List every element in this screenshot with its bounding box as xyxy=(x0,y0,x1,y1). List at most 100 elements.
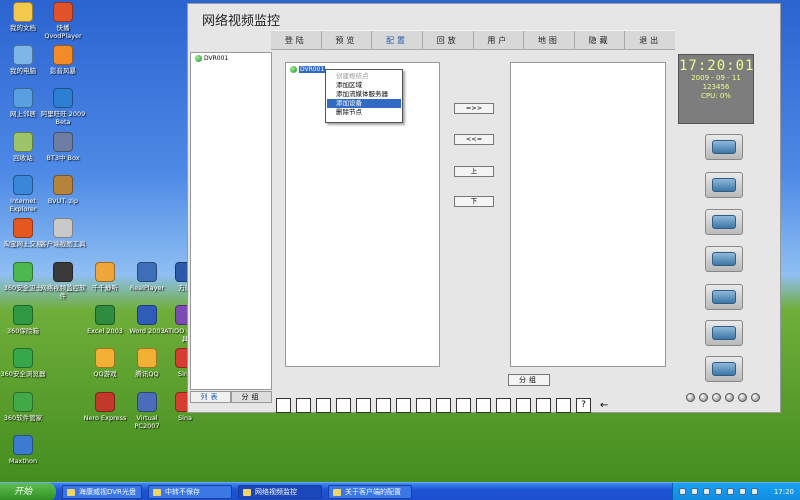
layout-3-6-icon[interactable] xyxy=(496,398,511,413)
tray-icon[interactable] xyxy=(703,488,710,495)
layout-20-icon[interactable] xyxy=(536,398,551,413)
ctx-delete-node[interactable]: 删除节点 xyxy=(327,108,401,117)
desktop-icon-label: QQ游戏 xyxy=(93,370,117,378)
move-left-button[interactable]: <<= xyxy=(454,134,494,145)
desktop-icon-label: 阿里旺旺 2009 Beta xyxy=(40,110,86,126)
desktop-icon[interactable]: 快播 QvodPlayer xyxy=(40,2,86,40)
selected-tree-node[interactable]: DVR001 xyxy=(290,66,326,73)
layout-center-icon[interactable] xyxy=(436,398,451,413)
group-button[interactable]: 分组 xyxy=(508,374,550,386)
ptz-dot-4[interactable] xyxy=(725,393,734,402)
clock-date: 2009 - 09 - 11 xyxy=(691,74,741,82)
desktop-icon[interactable]: 客户端截图工具 xyxy=(40,218,86,248)
menu-map[interactable]: 地图 xyxy=(524,31,575,49)
desktop-icon-label: 360保险箱 xyxy=(7,327,39,335)
config-target-tree[interactable] xyxy=(510,62,666,367)
move-right-button[interactable]: =>> xyxy=(454,103,494,114)
layout-9-icon[interactable] xyxy=(356,398,371,413)
main-menu-bar: 登陆 预览 配置 回放 用户 地图 隐藏 退出 xyxy=(271,30,675,50)
tab-group[interactable]: 分组 xyxy=(231,391,272,403)
desktop-icon[interactable]: Nero Express xyxy=(82,392,128,422)
desktop-icon-label: 影音风暴 xyxy=(50,67,76,75)
app-icon xyxy=(53,218,73,238)
map-icon xyxy=(712,326,736,340)
layout-8-icon[interactable] xyxy=(336,398,351,413)
desktop-icon[interactable]: BVUT. zip xyxy=(40,175,86,205)
ctx-add-stream-server[interactable]: 添加流媒体服务器 xyxy=(327,90,401,99)
ptz-dot-5[interactable] xyxy=(738,393,747,402)
menu-playback[interactable]: 回放 xyxy=(423,31,474,49)
shield-button[interactable] xyxy=(705,246,743,272)
layout-1-7-icon[interactable] xyxy=(416,398,431,413)
layout-1-12-icon[interactable] xyxy=(456,398,471,413)
desktop-icon[interactable]: 影音风暴 xyxy=(40,45,86,75)
help-button[interactable]: ? xyxy=(576,398,591,413)
layout-6-icon[interactable] xyxy=(316,398,331,413)
start-button[interactable]: 开始 xyxy=(0,483,56,500)
move-up-button[interactable]: 上 xyxy=(454,166,494,177)
menu-login[interactable]: 登陆 xyxy=(271,31,322,49)
device-button[interactable] xyxy=(705,209,743,235)
menu-preview[interactable]: 预览 xyxy=(322,31,373,49)
ctx-add-device[interactable]: 添加设备 xyxy=(327,99,401,108)
menu-hide[interactable]: 隐藏 xyxy=(575,31,626,49)
desktop-icon[interactable]: 360安全浏览器 xyxy=(0,348,46,378)
task-client-config[interactable]: 关于客户端的配置 xyxy=(328,485,412,499)
task-transfer[interactable]: 中转不保存 xyxy=(148,485,232,499)
search-button[interactable] xyxy=(705,284,743,310)
tray-icon[interactable] xyxy=(679,488,686,495)
cpu-usage: CPU: 0% xyxy=(701,92,731,100)
clock-code: 123456 xyxy=(702,83,730,91)
app-icon xyxy=(95,305,115,325)
task-dvr-disc[interactable]: 海康威视DVR光盘 xyxy=(62,485,142,499)
desktop-icon[interactable]: BT3中 Box xyxy=(40,132,86,162)
ptz-dot-1[interactable] xyxy=(686,393,695,402)
desktop-icon-label: BVUT. zip xyxy=(47,197,79,205)
desktop-icon[interactable]: 千千静听 xyxy=(82,262,128,292)
tray-icon[interactable] xyxy=(739,488,746,495)
ptz-dot-2[interactable] xyxy=(699,393,708,402)
layout-1-5-icon[interactable] xyxy=(396,398,411,413)
app-window: 网络视频监控 登陆 预览 配置 回放 用户 地图 隐藏 退出 DVR001 列表… xyxy=(187,3,781,413)
desktop-icon-label: Maxthon xyxy=(8,457,38,465)
desktop-icon-label: 千千静听 xyxy=(92,284,118,292)
layout-25-icon[interactable] xyxy=(556,398,571,413)
ctx-add-area[interactable]: 添加区域 xyxy=(327,81,401,90)
desktop-icon[interactable]: Excel 2003 xyxy=(82,305,128,335)
desktop-icon[interactable]: 网络视频监控软件 xyxy=(40,262,86,300)
ptz-dot-3[interactable] xyxy=(712,393,721,402)
menu-user[interactable]: 用户 xyxy=(474,31,525,49)
desktop-icon[interactable]: Maxthon xyxy=(0,435,46,465)
desktop-icon[interactable]: 360保险箱 xyxy=(0,305,46,335)
tray-icon[interactable] xyxy=(691,488,698,495)
desktop-icon[interactable]: QQ游戏 xyxy=(82,348,128,378)
tray-icon[interactable] xyxy=(751,488,758,495)
app-icon xyxy=(13,88,33,108)
app-icon xyxy=(53,2,73,22)
tree-node-root[interactable]: DVR001 xyxy=(191,53,271,64)
layout-16-icon[interactable] xyxy=(376,398,391,413)
tray-icon[interactable] xyxy=(715,488,722,495)
context-menu: 创建根结点 添加区域 添加流媒体服务器 添加设备 删除节点 xyxy=(325,69,403,123)
app-icon xyxy=(95,348,115,368)
menu-exit[interactable]: 退出 xyxy=(625,31,675,49)
back-arrow-icon[interactable]: ← xyxy=(600,400,608,411)
tab-list[interactable]: 列表 xyxy=(190,391,231,403)
layout-1-icon[interactable] xyxy=(276,398,291,413)
camera-button[interactable] xyxy=(705,134,743,160)
task-video-monitor[interactable]: 网络视频监控 xyxy=(238,485,322,499)
layout-2-8-icon[interactable] xyxy=(476,398,491,413)
desktop-icon[interactable]: 阿里旺旺 2009 Beta xyxy=(40,88,86,126)
layout-4-icon[interactable] xyxy=(296,398,311,413)
exit-button[interactable] xyxy=(705,356,743,382)
move-down-button[interactable]: 下 xyxy=(454,196,494,207)
menu-config[interactable]: 配置 xyxy=(372,31,423,49)
map-button[interactable] xyxy=(705,320,743,346)
monitor-button[interactable] xyxy=(705,172,743,198)
tray-icon[interactable] xyxy=(727,488,734,495)
desktop-icon[interactable]: 360软件管家 xyxy=(0,392,46,422)
ptz-dot-6[interactable] xyxy=(751,393,760,402)
layout-13-icon[interactable] xyxy=(516,398,531,413)
app-icon xyxy=(13,218,33,238)
app-icon xyxy=(53,262,73,282)
